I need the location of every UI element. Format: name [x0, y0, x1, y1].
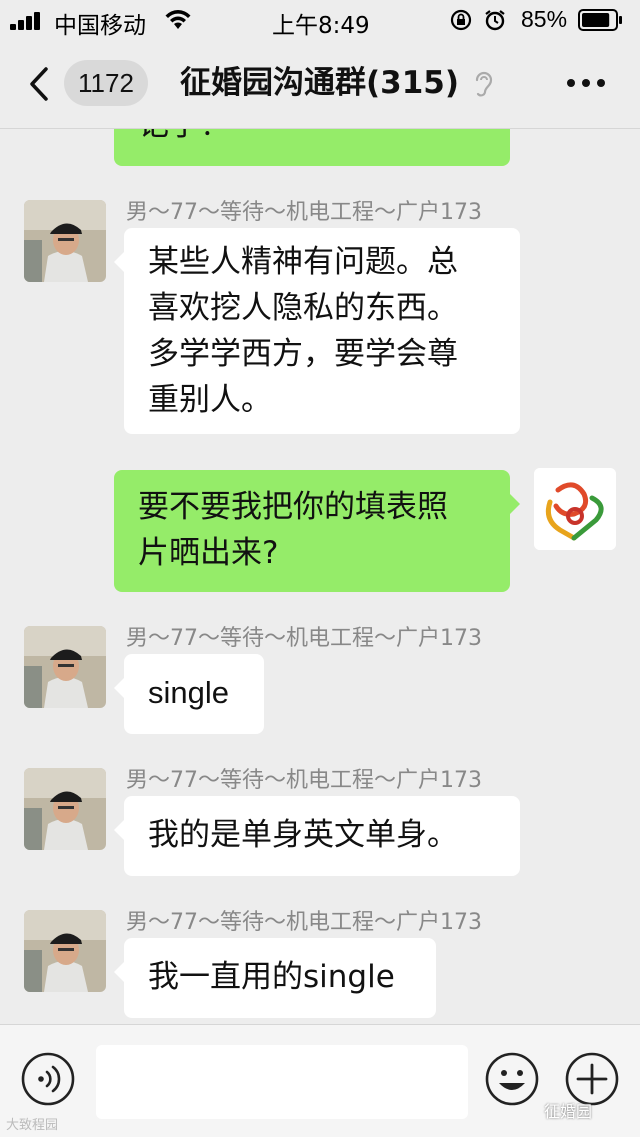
- message-line: 重别人。: [148, 382, 272, 418]
- battery-percent: 85%: [521, 6, 568, 32]
- chat-title: 征婚园沟通群(315): [180, 65, 460, 101]
- avatar[interactable]: [24, 626, 106, 708]
- message-bubble-incoming[interactable]: 某些人精神有问题。总 喜欢挖人隐私的东西。 多学学西方，要学会尊 重别人。: [114, 228, 520, 434]
- message-line: 要不要我把你的填表照: [138, 489, 448, 525]
- message-list[interactable]: 记了？ 男～77～等待～机电工程～广户173 某些人精神有问题。总 喜欢挖人隐私…: [0, 128, 640, 1024]
- status-bar: 中国移动 上午8:49 85%: [0, 0, 640, 40]
- watermark-left: 大致程园: [6, 1118, 59, 1133]
- sender-name: 男～77～等待～机电工程～广户173: [126, 910, 482, 935]
- rotation-lock-icon: [450, 9, 472, 31]
- heart-logo-icon: [534, 468, 616, 550]
- message-line: 某些人精神有问题。总: [148, 244, 458, 280]
- sender-name: 男～77～等待～机电工程～广户173: [126, 200, 482, 225]
- unread-count-badge[interactable]: 1172: [64, 60, 148, 106]
- message-line: 片晒出来?: [138, 535, 279, 571]
- battery-icon: [578, 9, 622, 31]
- message-text: 我一直用的single: [148, 959, 395, 995]
- sender-name: 男～77～等待～机电工程～广户173: [126, 768, 482, 793]
- cell-signal-icon: [10, 12, 46, 30]
- message-text: 记了？: [138, 128, 231, 143]
- my-avatar[interactable]: [534, 468, 616, 550]
- carrier-name: 中国移动: [54, 13, 146, 39]
- more-options-icon[interactable]: [566, 78, 606, 88]
- avatar[interactable]: [24, 910, 106, 992]
- message-bubble-outgoing[interactable]: 记了？: [114, 128, 510, 166]
- message-bubble-incoming[interactable]: 我的是单身英文单身。: [114, 796, 520, 876]
- message-bubble-incoming[interactable]: 我一直用的single: [114, 938, 436, 1018]
- chat-header: 1172 征婚园沟通群(315): [0, 40, 640, 129]
- watermark-right: 征婚园: [544, 1102, 593, 1121]
- message-text: 我的是单身英文单身。: [148, 817, 458, 853]
- message-line: 多学学西方，要学会尊: [148, 336, 458, 372]
- message-text: single: [148, 675, 229, 710]
- avatar[interactable]: [24, 768, 106, 850]
- message-bubble-outgoing[interactable]: 要不要我把你的填表照 片晒出来?: [114, 470, 520, 592]
- earpiece-mode-icon: [475, 71, 493, 97]
- alarm-icon: [485, 10, 505, 31]
- emoji-icon[interactable]: [484, 1051, 540, 1107]
- message-bubble-incoming[interactable]: single: [114, 654, 264, 734]
- voice-input-icon[interactable]: [20, 1051, 76, 1107]
- sender-name: 男～77～等待～机电工程～广户173: [126, 626, 482, 651]
- wifi-icon: [165, 10, 191, 29]
- avatar[interactable]: [24, 200, 106, 282]
- back-arrow-icon[interactable]: [28, 66, 50, 102]
- clock: 上午8:49: [272, 13, 370, 39]
- message-input[interactable]: [96, 1045, 468, 1119]
- message-line: 喜欢挖人隐私的东西。: [148, 290, 458, 326]
